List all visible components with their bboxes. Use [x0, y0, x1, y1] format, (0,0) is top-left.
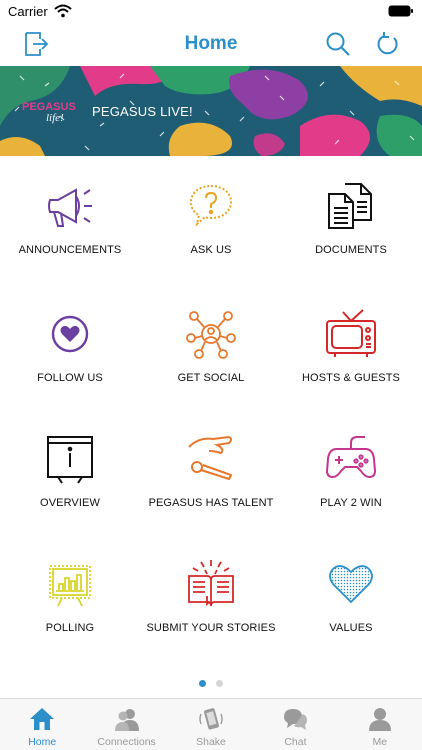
svg-text:life!: life!	[46, 112, 64, 124]
tile-label: PEGASUS HAS TALENT	[148, 497, 274, 509]
tile-polling[interactable]: POLLING	[0, 534, 140, 659]
page-dot-2[interactable]	[216, 680, 223, 687]
home-icon	[30, 708, 55, 730]
refresh-icon	[377, 32, 398, 55]
microphone-hand-icon	[183, 431, 239, 487]
heart-circle-icon	[42, 306, 98, 362]
page-dot-1[interactable]	[199, 680, 206, 687]
refresh-button[interactable]	[372, 28, 404, 60]
carrier-label: Carrier	[8, 3, 48, 19]
tile-label: HOSTS & GUESTS	[302, 372, 400, 384]
info-board-icon	[42, 431, 98, 487]
tile-overview[interactable]: OVERVIEW	[0, 409, 140, 534]
tv-icon	[323, 306, 379, 362]
tile-label: PLAY 2 WIN	[320, 497, 382, 509]
megaphone-icon	[42, 178, 98, 234]
tile-follow-us[interactable]: FOLLOW US	[0, 284, 140, 409]
tab-home[interactable]: Home	[0, 699, 84, 750]
hero-banner[interactable]: PEGASUS life! PEGASUS LIVE!	[0, 66, 422, 156]
tile-label: VALUES	[329, 622, 373, 634]
tile-submit-your-stories[interactable]: SUBMIT YOUR STORIES	[141, 534, 281, 659]
tile-pegasus-has-talent[interactable]: PEGASUS HAS TALENT	[141, 409, 281, 534]
tab-connections[interactable]: Connections	[84, 699, 168, 750]
tab-label: Shake	[196, 736, 226, 748]
tile-label: OVERVIEW	[40, 497, 100, 509]
person-icon	[368, 708, 391, 731]
tab-me[interactable]: Me	[338, 699, 422, 750]
tile-announcements[interactable]: ANNOUNCEMENTS	[0, 156, 140, 281]
open-book-icon	[183, 556, 239, 612]
search-icon	[326, 32, 350, 56]
tile-label: GET SOCIAL	[177, 372, 245, 384]
search-button[interactable]	[322, 28, 354, 60]
tile-documents[interactable]: DOCUMENTS	[281, 156, 421, 281]
chat-bubbles-icon	[284, 709, 308, 730]
logout-button[interactable]	[18, 28, 50, 60]
tab-label: Connections	[97, 736, 156, 748]
tile-label: ASK US	[190, 244, 232, 256]
logout-icon	[25, 32, 48, 56]
tile-label: ANNOUNCEMENTS	[18, 244, 122, 256]
banner-artwork: PEGASUS life!	[0, 66, 422, 156]
battery-icon	[388, 5, 413, 17]
nav-header: Home	[0, 22, 422, 66]
tab-shake[interactable]: Shake	[169, 699, 253, 750]
tab-chat[interactable]: Chat	[253, 699, 337, 750]
page-title: Home	[184, 33, 238, 54]
tile-label: DOCUMENTS	[315, 244, 387, 256]
wifi-icon	[54, 4, 72, 18]
tile-label: FOLLOW US	[37, 372, 103, 384]
tile-label: POLLING	[45, 622, 95, 634]
tile-hosts-guests[interactable]: HOSTS & GUESTS	[281, 284, 421, 409]
tab-label: Chat	[284, 736, 307, 748]
heart-dotted-icon	[323, 556, 379, 612]
gamepad-icon	[323, 431, 379, 487]
network-icon	[183, 306, 239, 362]
bar-chart-icon	[42, 556, 98, 612]
home-menu-grid: ANNOUNCEMENTS ASK US DOCUMENTS FOLLOW US…	[0, 156, 422, 666]
people-icon	[114, 709, 139, 731]
tab-bar: Home Connections Shake Chat Me	[0, 698, 422, 750]
tab-label: Home	[28, 736, 57, 748]
question-bubble-icon	[183, 178, 239, 234]
shake-phone-icon	[199, 708, 223, 730]
tab-label: Me	[372, 736, 388, 748]
page-indicator[interactable]	[0, 680, 422, 690]
documents-icon	[323, 178, 379, 234]
tile-get-social[interactable]: GET SOCIAL	[141, 284, 281, 409]
tile-values[interactable]: VALUES	[281, 534, 421, 659]
banner-title: PEGASUS LIVE!	[92, 104, 193, 119]
tile-play-2-win[interactable]: PLAY 2 WIN	[281, 409, 421, 534]
tile-ask-us[interactable]: ASK US	[141, 156, 281, 281]
tile-label: SUBMIT YOUR STORIES	[146, 622, 276, 634]
status-bar: Carrier	[0, 0, 422, 22]
